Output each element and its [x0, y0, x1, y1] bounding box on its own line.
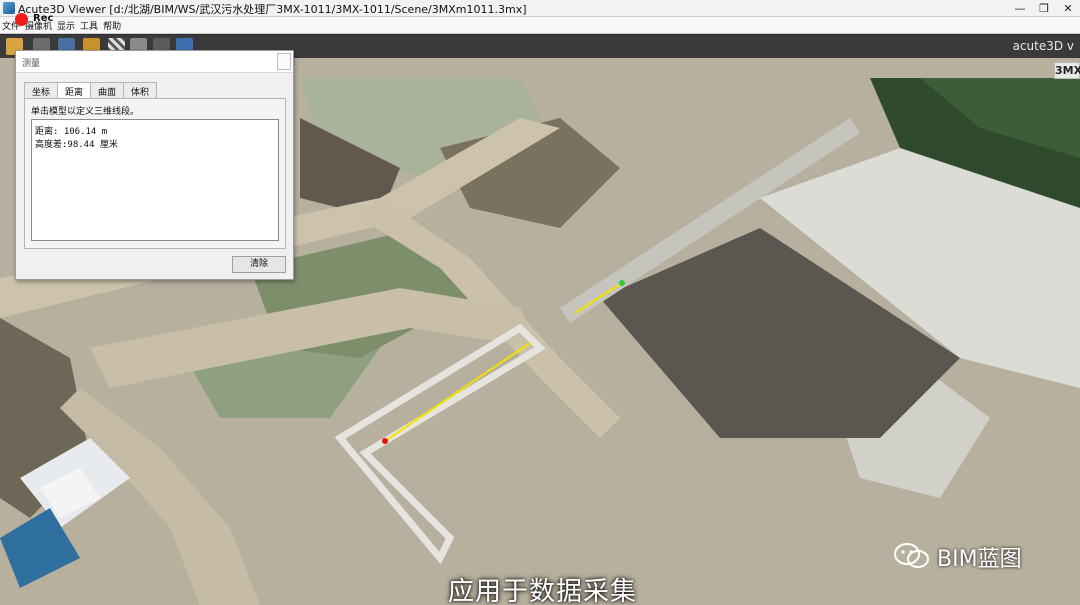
wechat-icon: [894, 543, 929, 568]
tab-distance[interactable]: 距离: [57, 82, 92, 99]
measure-dialog: 测量 坐标 距离 曲面 体积 单击模型以定义三维线段。 距离: 106.14 m…: [15, 50, 294, 280]
dialog-title: 测量: [22, 59, 41, 69]
distance-panel: 单击模型以定义三维线段。 距离: 106.14 m 高度差:98.44 厘米: [24, 98, 286, 249]
watermark-text: BIM蓝图: [937, 547, 1022, 572]
menu-bar: 文件 摄像机 显示 工具 帮助: [0, 17, 1080, 34]
clear-button[interactable]: 清除: [232, 256, 286, 273]
menu-tools[interactable]: 工具: [78, 17, 101, 33]
window-title: Acute3D Viewer [d:/北湖/BIM/WS/武汉污水处理厂3MX-…: [18, 3, 527, 16]
instruction-text: 单击模型以定义三维线段。: [31, 107, 140, 117]
brand-logo: acute3D v: [1012, 39, 1074, 53]
menu-display[interactable]: 显示: [55, 17, 78, 33]
window-titlebar: Acute3D Viewer [d:/北湖/BIM/WS/武汉污水处理厂3MX-…: [0, 0, 1080, 17]
tab-surface[interactable]: 曲面: [90, 82, 125, 98]
watermark: BIM蓝图: [893, 538, 1043, 574]
view-tab-3mx[interactable]: 3MX: [1054, 62, 1080, 79]
menu-help[interactable]: 帮助: [101, 17, 124, 33]
tab-coordinate[interactable]: 坐标: [24, 82, 59, 98]
recording-dot-icon: [15, 13, 28, 26]
dialog-tabs: 坐标 距离 曲面 体积: [24, 82, 158, 99]
minimize-button[interactable]: —: [1008, 0, 1032, 17]
dialog-close-button[interactable]: [277, 53, 291, 70]
distance-result: 距离: 106.14 m: [35, 127, 108, 137]
result-textbox[interactable]: 距离: 106.14 m 高度差:98.44 厘米: [31, 119, 279, 241]
tab-volume[interactable]: 体积: [123, 82, 158, 98]
dialog-titlebar[interactable]: 测量: [16, 51, 293, 73]
video-caption: 应用于数据采集: [448, 577, 638, 605]
height-difference-result: 高度差:98.44 厘米: [35, 140, 118, 150]
recording-label: Rec: [33, 13, 54, 24]
maximize-button[interactable]: ❐: [1032, 0, 1056, 17]
app-icon: [3, 2, 15, 14]
close-window-button[interactable]: ✕: [1056, 0, 1080, 17]
